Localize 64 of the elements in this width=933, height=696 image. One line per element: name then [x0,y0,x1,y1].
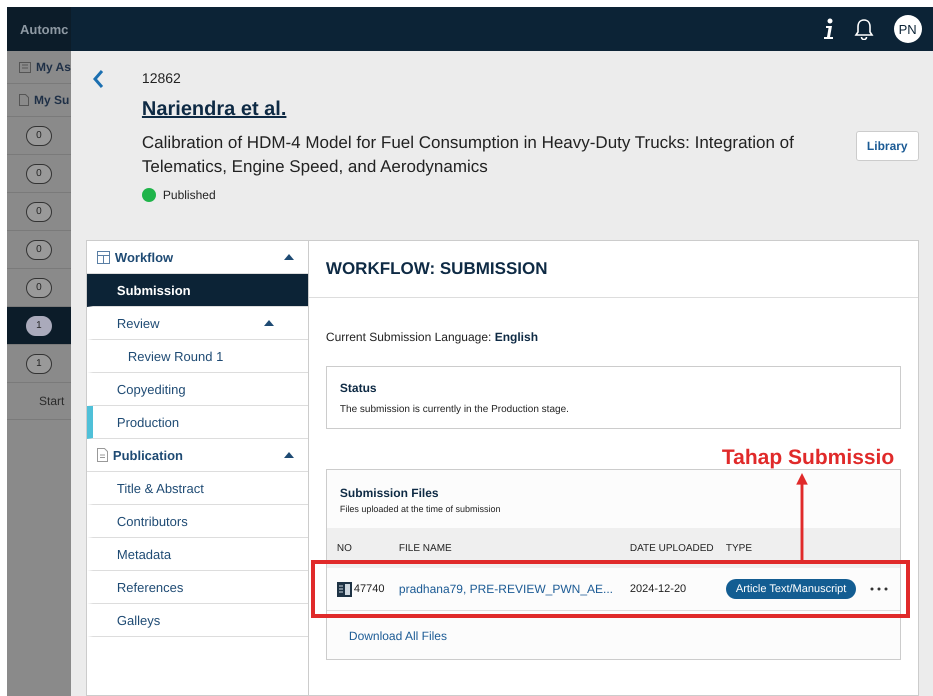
column-header: NO [336,542,353,554]
status-text: The submission is currently in the Production stage. [340,404,570,415]
file-icon [336,582,352,596]
nav-item[interactable]: Copyediting [86,373,308,406]
file-type-badge[interactable]: Article Text/Manuscript [726,579,856,599]
card-subtitle: Files uploaded at the time of submission [340,504,502,514]
info-icon[interactable] [824,18,834,40]
column-header: TYPE [726,542,754,554]
inbox-icon [19,62,31,72]
card-title: Submission Files [340,486,440,500]
count-badge: 0 [26,202,52,222]
card-title: Status [340,381,378,395]
start-link[interactable]: Start [39,394,64,408]
collapse-icon[interactable] [284,254,294,260]
nav-item[interactable]: Review [86,307,308,340]
submission-row[interactable]: 0 [7,117,71,155]
nav-item[interactable]: Contributors [86,505,308,538]
collapse-icon[interactable] [284,452,294,458]
user-avatar[interactable]: PN [894,15,922,43]
nav-item[interactable]: Galleys [86,604,308,637]
count-badge: 0 [26,126,52,146]
workflow-icon [96,250,110,264]
nav-item[interactable]: References [86,571,308,604]
nav-item[interactable]: Metadata [86,538,308,571]
status-dot [142,188,156,202]
count-badge: 0 [26,278,52,298]
nav-section[interactable]: Workflow [114,250,279,264]
collapse-icon[interactable] [264,320,274,326]
more-icon[interactable] [870,587,888,591]
count-badge: 0 [26,164,52,184]
document-icon [96,448,108,462]
submission-row[interactable]: 0 [7,155,71,193]
nav-item[interactable]: Production [86,406,308,439]
nav-item[interactable]: Title & Abstract [86,472,308,505]
submission-title: Calibration of HDM-4 Model for Fuel Consumption in Heavy-Duty Trucks: Integration of Telematics, Engine Speed, and Aerodynamics [142,132,795,178]
menu-item[interactable]: My As [36,60,71,74]
section-heading: WORKFLOW: SUBMISSION [326,259,548,279]
download-link[interactable]: Download All Files [348,629,447,643]
submission-row[interactable]: 0 [7,231,71,269]
library-button[interactable]: Library [856,131,919,161]
upload-date: 2024-12-20 [630,583,686,595]
nav-section[interactable]: Publication [112,448,279,462]
file-number: 47740 [354,583,384,595]
submission-row[interactable]: 1 [7,307,71,345]
document-icon [19,94,29,106]
column-header: FILE NAME [398,542,453,554]
menu-item[interactable]: My Su [34,93,70,107]
nav-item[interactable]: Submission [86,274,308,307]
bell-icon[interactable] [854,18,874,40]
annotation-label: Tahap Submissio [722,446,894,470]
nav-item[interactable]: Review Round 1 [86,340,308,373]
back-icon[interactable] [92,69,104,89]
file-link[interactable]: pradhana79, PRE-REVIEW_PWN_AE... [398,582,613,596]
submission-id: 12862 [142,70,182,86]
status-label: Published [162,188,216,202]
author-link[interactable]: Nariendra et al. [142,98,919,121]
submission-row[interactable]: 0 [7,193,71,231]
language-text: Current Submission Language: English [326,330,540,344]
app-title: Automc [20,22,68,36]
column-header: DATE UPLOADED [630,542,715,554]
submission-row[interactable]: 1 [7,345,71,383]
count-badge: 0 [26,240,52,260]
count-badge: 1 [26,354,52,374]
count-badge: 1 [26,316,52,336]
